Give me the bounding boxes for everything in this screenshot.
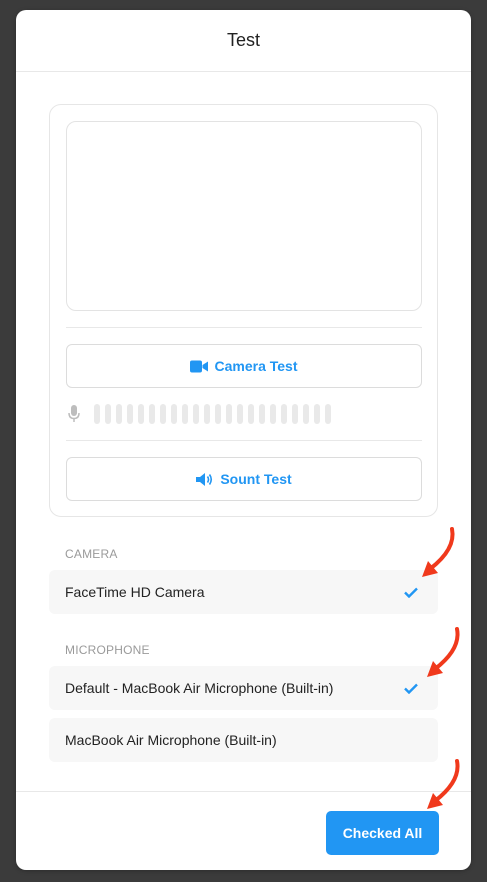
microphone-section-label: MICROPHONE — [65, 643, 150, 657]
video-camera-icon — [190, 360, 209, 373]
camera-device-option[interactable]: FaceTime HD Camera — [49, 570, 438, 614]
media-test-panel: Camera Test Sount Test — [49, 104, 438, 517]
divider — [66, 440, 422, 441]
sound-test-label: Sount Test — [220, 471, 292, 487]
device-label: MacBook Air Microphone (Built-in) — [65, 732, 277, 748]
mic-level-meter — [66, 403, 422, 425]
level-bar — [193, 404, 199, 424]
level-bar — [127, 404, 133, 424]
level-bar — [314, 404, 320, 424]
camera-section-label: CAMERA — [65, 547, 118, 561]
level-bar — [105, 404, 111, 424]
camera-test-button[interactable]: Camera Test — [66, 344, 422, 388]
level-bar — [171, 404, 177, 424]
checked-all-button[interactable]: Checked All — [326, 811, 439, 855]
level-bar — [325, 404, 331, 424]
sound-test-button[interactable]: Sount Test — [66, 457, 422, 501]
device-label: Default - MacBook Air Microphone (Built-… — [65, 680, 334, 696]
device-label: FaceTime HD Camera — [65, 584, 205, 600]
speaker-icon — [196, 472, 214, 487]
annotation-arrow-icon — [427, 759, 460, 809]
level-bar — [303, 404, 309, 424]
camera-preview — [66, 121, 422, 311]
level-bar — [94, 404, 100, 424]
dialog-header: Test — [16, 10, 471, 72]
microphone-device-option[interactable]: Default - MacBook Air Microphone (Built-… — [49, 666, 438, 710]
divider — [66, 327, 422, 328]
checkmark-icon — [404, 683, 418, 694]
checkmark-icon — [404, 587, 418, 598]
dialog-footer: Checked All — [16, 791, 471, 870]
level-bar — [237, 404, 243, 424]
test-dialog: Test Camera Test Sount Test CAMERA FaceT… — [16, 10, 471, 870]
annotation-arrow-icon — [427, 627, 460, 677]
camera-test-label: Camera Test — [214, 358, 298, 374]
level-bar — [149, 404, 155, 424]
level-bar — [138, 404, 144, 424]
microphone-device-option[interactable]: MacBook Air Microphone (Built-in) — [49, 718, 438, 762]
level-bar — [160, 404, 166, 424]
level-bar — [292, 404, 298, 424]
level-bar — [204, 404, 210, 424]
level-bar — [116, 404, 122, 424]
level-bar — [281, 404, 287, 424]
level-bars — [94, 404, 331, 424]
level-bar — [248, 404, 254, 424]
microphone-icon — [66, 405, 82, 423]
level-bar — [182, 404, 188, 424]
annotation-arrow-icon — [422, 527, 455, 577]
level-bar — [215, 404, 221, 424]
dialog-title: Test — [226, 30, 260, 50]
level-bar — [226, 404, 232, 424]
level-bar — [259, 404, 265, 424]
level-bar — [270, 404, 276, 424]
